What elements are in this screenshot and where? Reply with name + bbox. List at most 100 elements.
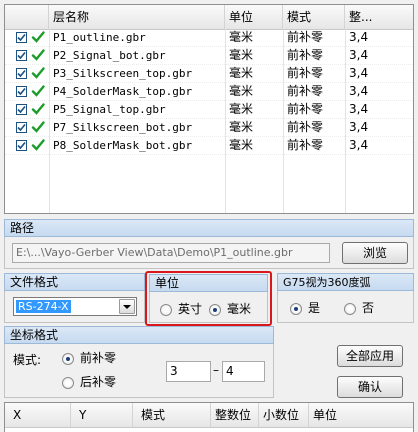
file-format-title: 文件格式 — [4, 273, 145, 291]
row-checkbox[interactable] — [16, 32, 27, 43]
layer-rows: P1_outline.gbr 毫米 前补零 3,4 P2_Signal_bot.gbr 毫… — [5, 29, 413, 155]
status-check-icon — [31, 85, 45, 97]
file-format-select[interactable]: RS-274-X — [13, 297, 137, 316]
row-check-cell — [9, 65, 49, 82]
coord-mode-label: 模式: — [13, 353, 42, 367]
layer-mode: 前补零 — [287, 120, 324, 134]
layer-integer: 3,4 — [349, 120, 369, 134]
layer-unit: 毫米 — [229, 66, 254, 80]
layer-table[interactable]: 层名称 单位 模式 整... P1_outline.gbr 毫米 前补零 3,4 P2_… — [4, 4, 414, 214]
unit-panel: 英寸 毫米 — [149, 292, 268, 323]
header-layer-name[interactable]: 层名称 — [49, 5, 225, 29]
status-check-icon — [31, 103, 45, 115]
row-check-cell — [9, 83, 49, 100]
header-integer[interactable]: 整... — [345, 5, 413, 29]
table-row[interactable]: P3_Silkscreen_top.gbr 毫米 前补零 3,4 — [5, 65, 413, 83]
g75-no-radio[interactable] — [344, 303, 356, 315]
header-y[interactable]: Y — [71, 403, 133, 427]
layer-unit: 毫米 — [229, 48, 254, 62]
table-row[interactable]: P7_Silkscreen_bot.gbr 毫米 前补零 3,4 — [5, 119, 413, 137]
checkbox-check-icon — [17, 87, 26, 96]
layer-mode: 前补零 — [287, 30, 324, 44]
header-mode[interactable]: 模式 — [283, 5, 345, 29]
table-row[interactable]: P2_Signal_bot.gbr 毫米 前补零 3,4 — [5, 47, 413, 65]
g75-panel-title: G75视为360度弧 — [277, 273, 414, 291]
layer-integer: 3,4 — [349, 48, 369, 62]
browse-button[interactable]: 浏览 — [342, 242, 408, 264]
layer-name: P5_Signal_top.gbr — [53, 103, 166, 116]
layer-unit: 毫米 — [229, 30, 254, 44]
layer-name: P4_SolderMask_top.gbr — [53, 85, 193, 98]
layer-integer: 3,4 — [349, 138, 369, 152]
coordinate-table-header: X Y 模式 整数位 小数位 单位 — [5, 403, 413, 428]
checkbox-check-icon — [17, 51, 26, 60]
layer-name: P1_outline.gbr — [53, 31, 146, 44]
layer-table-header: 层名称 单位 模式 整... — [5, 5, 413, 30]
g75-no-label: 否 — [362, 301, 375, 315]
header-unit[interactable]: 单位 — [225, 5, 283, 29]
coord-leading-label: 前补零 — [80, 351, 117, 365]
coord-trailing-radio[interactable] — [62, 377, 74, 389]
coord-format-title: 坐标格式 — [4, 326, 274, 344]
layer-mode: 前补零 — [287, 66, 324, 80]
g75-panel: 是 否 — [277, 291, 414, 323]
path-field[interactable]: E:\...\Vayo-Gerber View\Data\Demo\P1_out… — [12, 243, 330, 263]
row-checkbox[interactable] — [16, 104, 27, 115]
unit-inch-radio[interactable] — [160, 304, 172, 316]
dec-digits-input[interactable]: 4 — [222, 361, 265, 382]
checkbox-check-icon — [17, 105, 26, 114]
status-check-icon — [31, 139, 45, 151]
coord-leading-radio[interactable] — [62, 353, 74, 365]
header-check-column — [5, 5, 49, 29]
int-digits-input[interactable]: 3 — [166, 361, 211, 382]
layer-integer: 3,4 — [349, 30, 369, 44]
checkbox-check-icon — [17, 69, 26, 78]
row-checkbox[interactable] — [16, 68, 27, 79]
path-panel: E:\...\Vayo-Gerber View\Data\Demo\P1_out… — [4, 237, 414, 269]
row-checkbox[interactable] — [16, 122, 27, 133]
checkbox-check-icon — [17, 123, 26, 132]
row-check-cell — [9, 29, 49, 46]
layer-integer: 3,4 — [349, 84, 369, 98]
layer-unit: 毫米 — [229, 138, 254, 152]
layer-unit: 毫米 — [229, 102, 254, 116]
header-x[interactable]: X — [5, 403, 71, 427]
table-row[interactable]: P4_SolderMask_top.gbr 毫米 前补零 3,4 — [5, 83, 413, 101]
file-format-selected-value: RS-274-X — [16, 300, 71, 313]
layer-name: P8_SolderMask_bot.gbr — [53, 139, 193, 152]
row-checkbox[interactable] — [16, 86, 27, 97]
layer-name: P2_Signal_bot.gbr — [53, 49, 166, 62]
unit-inch-label: 英寸 — [178, 302, 203, 316]
row-check-cell — [9, 137, 49, 154]
row-check-cell — [9, 47, 49, 64]
layer-unit: 毫米 — [229, 84, 254, 98]
g75-yes-radio[interactable] — [290, 303, 302, 315]
digits-separator: – — [213, 363, 219, 377]
table-row[interactable]: P8_SolderMask_bot.gbr 毫米 前补零 3,4 — [5, 137, 413, 155]
checkbox-check-icon — [17, 33, 26, 42]
coordinate-table[interactable]: X Y 模式 整数位 小数位 单位 — [4, 402, 414, 432]
apply-all-button[interactable]: 全部应用 — [337, 345, 403, 367]
layer-mode: 前补零 — [287, 102, 324, 116]
layer-name: P3_Silkscreen_top.gbr — [53, 67, 193, 80]
layer-unit: 毫米 — [229, 120, 254, 134]
row-checkbox[interactable] — [16, 50, 27, 61]
status-check-icon — [31, 121, 45, 133]
row-check-cell — [9, 101, 49, 118]
unit-panel-title: 单位 — [149, 274, 268, 292]
layer-mode: 前补零 — [287, 138, 324, 152]
header-coord-mode[interactable]: 模式 — [133, 403, 211, 427]
header-int-digits[interactable]: 整数位 — [211, 403, 259, 427]
layer-integer: 3,4 — [349, 66, 369, 80]
chevron-down-icon[interactable] — [119, 299, 135, 314]
table-row[interactable]: P5_Signal_top.gbr 毫米 前补零 3,4 — [5, 101, 413, 119]
unit-mm-radio[interactable] — [209, 304, 221, 316]
layer-mode: 前补零 — [287, 84, 324, 98]
row-checkbox[interactable] — [16, 140, 27, 151]
file-format-panel: RS-274-X — [4, 291, 145, 323]
header-coord-unit[interactable]: 单位 — [309, 403, 415, 427]
header-dec-digits[interactable]: 小数位 — [259, 403, 309, 427]
table-row[interactable]: P1_outline.gbr 毫米 前补零 3,4 — [5, 29, 413, 47]
confirm-button[interactable]: 确认 — [337, 376, 403, 398]
checkbox-check-icon — [17, 141, 26, 150]
